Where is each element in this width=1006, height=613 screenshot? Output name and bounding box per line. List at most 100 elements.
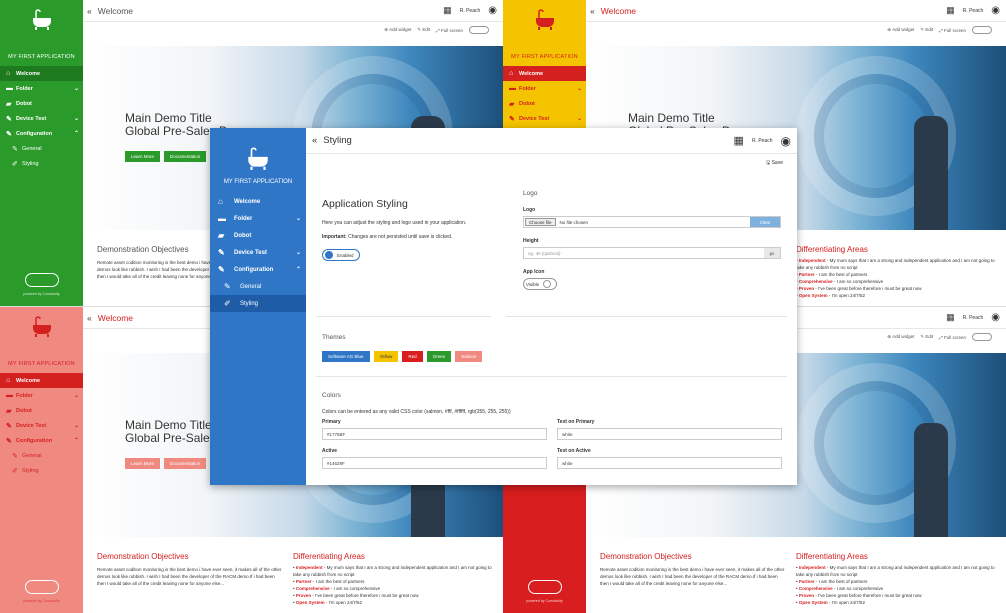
- user-name[interactable]: R. Peach: [963, 8, 984, 14]
- nav-device-test[interactable]: ✎ Device Test ⌄: [0, 111, 83, 126]
- differentiating-item: • Partner - I am the best of partners: [796, 272, 868, 277]
- user-name[interactable]: R. Peach: [963, 315, 984, 321]
- item-value: - My mum says that I am a strong and ind…: [796, 258, 995, 270]
- differentiating-item: • Open System - I'm open 24/7/52: [293, 600, 362, 605]
- user-name[interactable]: R. Peach: [460, 8, 481, 14]
- collapse-icon[interactable]: «: [590, 6, 595, 16]
- nav-label: Device Test: [16, 422, 47, 429]
- theme-button[interactable]: Software AG Blue: [322, 351, 370, 362]
- differentiating-item: • Proven - I've been great before theref…: [796, 286, 922, 291]
- nav-dobot[interactable]: ▰ Dobot: [0, 403, 83, 418]
- nav-configuration[interactable]: ✎ Configuration ⌃: [210, 261, 306, 278]
- nav-label: General: [22, 452, 42, 459]
- nav-styling[interactable]: ✐ Styling: [0, 463, 83, 478]
- enabled-toggle[interactable]: Enabled: [322, 249, 360, 261]
- item-value: - I am so comprehensive: [832, 279, 884, 284]
- nav-general[interactable]: ✎ General: [0, 141, 83, 156]
- text-on-primary-input[interactable]: white: [557, 428, 782, 440]
- learn-more-button[interactable]: Learn More: [125, 458, 161, 469]
- user-icon[interactable]: ◉: [781, 134, 791, 148]
- nav-dobot[interactable]: ▰ Dobot: [0, 96, 83, 111]
- nav-folder[interactable]: ▬Folder⌄: [210, 210, 306, 227]
- full-screen-button[interactable]: ⤢ Full screen: [939, 335, 966, 340]
- nav-dobot[interactable]: ▰ Dobot: [503, 96, 586, 111]
- wrench-icon: ✎: [218, 248, 225, 257]
- add-widget-button[interactable]: ⊕ Add widget: [887, 334, 914, 340]
- car-icon: ▰: [218, 231, 225, 240]
- bath-icon: [0, 8, 83, 52]
- user-icon[interactable]: ◉: [488, 5, 497, 16]
- theme-button[interactable]: Salmon: [455, 351, 483, 362]
- save-button[interactable]: 🖫 Save: [766, 160, 783, 168]
- user-icon[interactable]: ◉: [991, 5, 1000, 16]
- powered-by: powered by Cumulocity: [23, 599, 60, 603]
- full-screen-button[interactable]: ⤢ Full screen: [436, 28, 463, 33]
- theme-button[interactable]: Green: [426, 351, 452, 362]
- nav-dobot[interactable]: ▰ Dobot: [210, 227, 306, 244]
- add-widget-button[interactable]: ⊕ Add widget: [384, 27, 411, 33]
- apps-grid-icon[interactable]: ▦: [443, 5, 452, 16]
- item-key: Proven: [798, 286, 815, 291]
- section-title: Logo: [523, 190, 538, 197]
- dark-toggle[interactable]: [972, 333, 992, 341]
- item-key: Proven: [295, 593, 312, 598]
- primary-input[interactable]: #1776BF: [322, 428, 547, 440]
- nav-configuration[interactable]: ✎ Configuration ⌃: [0, 126, 83, 141]
- item-value: - My mum says that I am a strong and ind…: [796, 565, 995, 577]
- apps-grid-icon[interactable]: ▦: [734, 134, 744, 147]
- nav-folder[interactable]: ▬Folder⌄: [0, 388, 83, 403]
- full-screen-button[interactable]: ⤢ Full screen: [939, 28, 966, 33]
- theme-button[interactable]: Yellow: [373, 351, 399, 362]
- nav-label: Device Test: [16, 115, 47, 122]
- nav-welcome[interactable]: ⌂ Welcome: [210, 193, 306, 210]
- nav-welcome[interactable]: ⌂ Welcome: [503, 66, 586, 81]
- nav-device-test[interactable]: ✎ Device Test ⌄: [503, 111, 586, 126]
- user-icon[interactable]: ◉: [991, 312, 1000, 323]
- apps-grid-icon[interactable]: ▦: [946, 5, 955, 16]
- dark-toggle[interactable]: [972, 26, 992, 34]
- visible-toggle[interactable]: Visible: [523, 278, 558, 290]
- app-name: MY FIRST APPLICATION: [511, 54, 578, 60]
- enabled-label: Enabled: [337, 252, 354, 258]
- height-input[interactable]: eg. 40 (optional) px: [523, 247, 781, 259]
- global-presales-logo: powered by Cumulocity: [503, 580, 586, 603]
- application-styling-section: Application Styling Here you can adjust …: [322, 198, 492, 261]
- documentation-button[interactable]: Documentation: [164, 458, 207, 469]
- documentation-button[interactable]: Documentation: [164, 151, 207, 162]
- apps-grid-icon[interactable]: ▦: [946, 312, 955, 323]
- differentiating-card: Differentiating Areas • Independent - My…: [796, 553, 998, 606]
- nav-device-test[interactable]: ✎ Device Test ⌄: [210, 244, 306, 261]
- add-widget-button[interactable]: ⊕ Add widget: [887, 27, 914, 33]
- app-name: MY FIRST APPLICATION: [223, 179, 293, 185]
- choose-file-button[interactable]: Choose file: [525, 218, 556, 226]
- nav-general[interactable]: ✎ General: [0, 448, 83, 463]
- nav-styling[interactable]: ✐ Styling: [0, 156, 83, 171]
- edit-button[interactable]: ✎ Edit: [417, 27, 430, 33]
- nav-folder[interactable]: ▬Folder⌄: [0, 81, 83, 96]
- nav-styling[interactable]: ✐ Styling: [210, 295, 306, 312]
- edit-button[interactable]: ✎ Edit: [920, 27, 933, 33]
- theme-button[interactable]: Red: [402, 351, 423, 362]
- nav-welcome[interactable]: ⌂ Welcome: [0, 373, 83, 388]
- dark-toggle[interactable]: [469, 26, 489, 34]
- nav-general[interactable]: ✎ General: [210, 278, 306, 295]
- collapse-icon[interactable]: «: [312, 135, 317, 146]
- edit-button[interactable]: ✎ Edit: [920, 334, 933, 340]
- nav-device-test[interactable]: ✎ Device Test ⌄: [0, 418, 83, 433]
- nav-folder[interactable]: ▬Folder⌄: [503, 81, 586, 96]
- chevron-down-icon: ⌄: [576, 86, 582, 92]
- important-label: Important:: [322, 234, 347, 240]
- logo-file-input[interactable]: Choose file No file chosen Clear: [523, 216, 781, 228]
- text-on-active-input[interactable]: white: [557, 457, 782, 469]
- app-name: MY FIRST APPLICATION: [8, 361, 75, 367]
- active-input[interactable]: #14629F: [322, 457, 547, 469]
- learn-more-button[interactable]: Learn More: [125, 151, 161, 162]
- differentiating-item: • Open System - I'm open 24/7/52: [796, 600, 865, 605]
- nav-welcome[interactable]: ⌂ Welcome: [0, 66, 83, 81]
- clear-button[interactable]: Clear: [750, 217, 780, 227]
- collapse-icon[interactable]: «: [87, 313, 92, 323]
- add-widget-label: Add widget: [389, 27, 412, 32]
- user-name[interactable]: R. Peach: [752, 138, 773, 144]
- nav-configuration[interactable]: ✎ Configuration ⌃: [0, 433, 83, 448]
- collapse-icon[interactable]: «: [87, 6, 92, 16]
